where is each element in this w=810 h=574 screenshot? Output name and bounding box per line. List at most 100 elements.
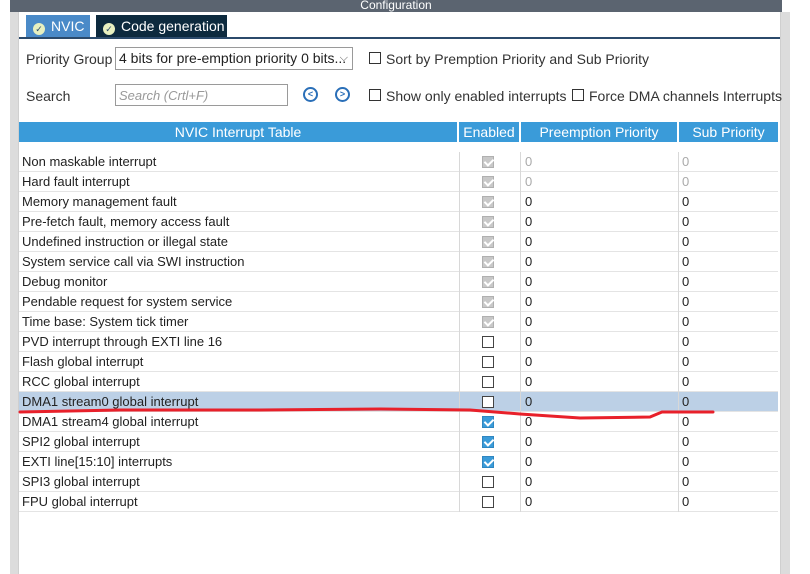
chevron-left-circle-icon[interactable]: < (303, 87, 318, 102)
column-separator (459, 152, 460, 172)
sub-priority-cell[interactable]: 0 (678, 472, 778, 492)
preemption-priority-cell[interactable]: 0 (520, 212, 677, 232)
table-row[interactable]: Hard fault interrupt 0 0 (19, 172, 778, 192)
sub-priority-cell[interactable]: 0 (678, 392, 778, 412)
search-input[interactable] (115, 84, 288, 106)
sort-priority-checkbox[interactable] (369, 52, 381, 64)
sub-priority-cell[interactable]: 0 (678, 172, 778, 192)
sub-priority-cell[interactable]: 0 (678, 272, 778, 292)
sub-priority-cell[interactable]: 0 (678, 312, 778, 332)
sub-priority-cell[interactable]: 0 (678, 152, 778, 172)
sub-priority-cell[interactable]: 0 (678, 452, 778, 472)
interrupt-name: System service call via SWI instruction (22, 254, 245, 269)
table-row[interactable]: DMA1 stream0 global interrupt 0 0 (19, 392, 778, 412)
enabled-checkbox[interactable] (482, 476, 494, 488)
enabled-checkbox[interactable] (482, 396, 494, 408)
table-row[interactable]: Time base: System tick timer 0 0 (19, 312, 778, 332)
preemption-priority-cell[interactable]: 0 (520, 272, 677, 292)
sub-priority-cell[interactable]: 0 (678, 292, 778, 312)
interrupt-name: RCC global interrupt (22, 374, 140, 389)
table-row[interactable]: Pre-fetch fault, memory access fault 0 0 (19, 212, 778, 232)
column-separator (459, 292, 460, 312)
table-row[interactable]: FPU global interrupt 0 0 (19, 492, 778, 512)
preemption-priority-cell[interactable]: 0 (520, 292, 677, 312)
interrupt-name: Non maskable interrupt (22, 154, 157, 169)
column-separator (459, 352, 460, 372)
priority-group-select[interactable]: 4 bits for pre-emption priority 0 bits..… (115, 47, 353, 70)
interrupt-name: Hard fault interrupt (22, 174, 130, 189)
interrupt-name: Time base: System tick timer (22, 314, 189, 329)
sort-priority-label: Sort by Premption Priority and Sub Prior… (386, 51, 649, 67)
table-row[interactable]: Non maskable interrupt 0 0 (19, 152, 778, 172)
sub-priority-cell[interactable]: 0 (678, 432, 778, 452)
preemption-priority-cell[interactable]: 0 (520, 252, 677, 272)
show-enabled-checkbox[interactable] (369, 89, 381, 101)
preemption-priority-cell[interactable]: 0 (520, 472, 677, 492)
tab-nvic-label: NVIC (51, 18, 85, 34)
sub-priority-cell[interactable]: 0 (678, 412, 778, 432)
enabled-checkbox[interactable] (482, 376, 494, 388)
preemption-priority-cell[interactable]: 0 (520, 392, 677, 412)
preemption-priority-cell[interactable]: 0 (520, 372, 677, 392)
enabled-checkbox (482, 216, 494, 228)
interrupt-name: Flash global interrupt (22, 354, 144, 369)
chevron-right-circle-icon[interactable]: > (335, 87, 350, 102)
column-header-preemption[interactable]: Preemption Priority (521, 122, 679, 142)
enabled-checkbox[interactable] (482, 456, 494, 468)
enabled-checkbox[interactable] (482, 336, 494, 348)
sub-priority-cell[interactable]: 0 (678, 252, 778, 272)
enabled-checkbox (482, 176, 494, 188)
sub-priority-cell[interactable]: 0 (678, 232, 778, 252)
sub-priority-cell[interactable]: 0 (678, 352, 778, 372)
preemption-priority-cell[interactable]: 0 (520, 192, 677, 212)
tab-nvic[interactable]: ✓ NVIC (26, 15, 90, 37)
table-row[interactable]: System service call via SWI instruction 0… (19, 252, 778, 272)
interrupt-name: Undefined instruction or illegal state (22, 234, 228, 249)
column-header-enabled[interactable]: Enabled (459, 122, 521, 142)
preemption-priority-cell[interactable]: 0 (520, 232, 677, 252)
column-separator (459, 272, 460, 292)
enabled-checkbox[interactable] (482, 496, 494, 508)
sub-priority-cell[interactable]: 0 (678, 192, 778, 212)
table-row[interactable]: SPI2 global interrupt 0 0 (19, 432, 778, 452)
column-header-name[interactable]: NVIC Interrupt Table (19, 122, 459, 142)
preemption-priority-cell[interactable]: 0 (520, 172, 677, 192)
sub-priority-cell[interactable]: 0 (678, 212, 778, 232)
table-row[interactable]: PVD interrupt through EXTI line 16 0 0 (19, 332, 778, 352)
priority-group-value: 4 bits for pre-emption priority 0 bits..… (119, 50, 347, 66)
preemption-priority-cell[interactable]: 0 (520, 412, 677, 432)
preemption-priority-cell[interactable]: 0 (520, 332, 677, 352)
force-dma-checkbox[interactable] (572, 89, 584, 101)
table-row[interactable]: RCC global interrupt 0 0 (19, 372, 778, 392)
enabled-checkbox[interactable] (482, 356, 494, 368)
table-row[interactable]: Flash global interrupt 0 0 (19, 352, 778, 372)
window-title: Configuration (10, 0, 782, 12)
preemption-priority-cell[interactable]: 0 (520, 312, 677, 332)
preemption-priority-cell[interactable]: 0 (520, 492, 677, 512)
interrupt-name: PVD interrupt through EXTI line 16 (22, 334, 223, 349)
sub-priority-cell[interactable]: 0 (678, 332, 778, 352)
tab-code-generation[interactable]: ✓ Code generation (96, 15, 227, 37)
table-row[interactable]: SPI3 global interrupt 0 0 (19, 472, 778, 492)
table-row[interactable]: DMA1 stream4 global interrupt 0 0 (19, 412, 778, 432)
table-row[interactable]: Debug monitor 0 0 (19, 272, 778, 292)
column-header-sub[interactable]: Sub Priority (679, 122, 778, 142)
column-separator (459, 192, 460, 212)
enabled-checkbox[interactable] (482, 436, 494, 448)
interrupt-name: SPI3 global interrupt (22, 474, 140, 489)
sub-priority-cell[interactable]: 0 (678, 492, 778, 512)
preemption-priority-cell[interactable]: 0 (520, 452, 677, 472)
table-row[interactable]: EXTI line[15:10] interrupts 0 0 (19, 452, 778, 472)
enabled-checkbox[interactable] (482, 416, 494, 428)
table-row[interactable]: Pendable request for system service 0 0 (19, 292, 778, 312)
show-enabled-label: Show only enabled interrupts (386, 88, 567, 104)
column-separator (459, 432, 460, 452)
table-row[interactable]: Undefined instruction or illegal state 0 0 (19, 232, 778, 252)
table-row[interactable]: Memory management fault 0 0 (19, 192, 778, 212)
enabled-checkbox (482, 296, 494, 308)
column-separator (459, 252, 460, 272)
preemption-priority-cell[interactable]: 0 (520, 352, 677, 372)
preemption-priority-cell[interactable]: 0 (520, 152, 677, 172)
sub-priority-cell[interactable]: 0 (678, 372, 778, 392)
preemption-priority-cell[interactable]: 0 (520, 432, 677, 452)
